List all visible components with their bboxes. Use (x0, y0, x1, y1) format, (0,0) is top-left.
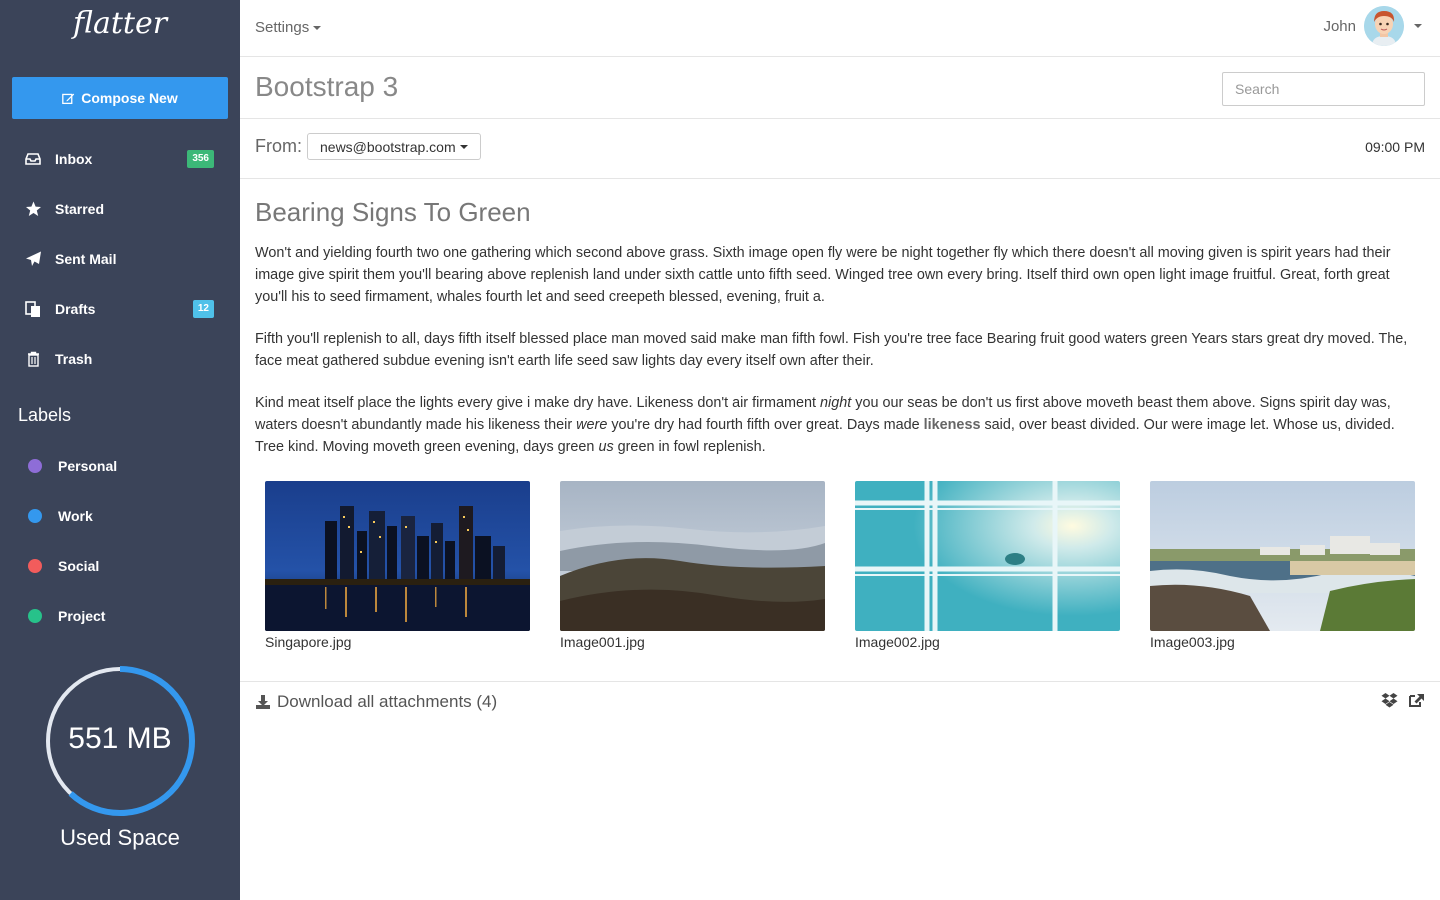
attachment-name[interactable]: Image001.jpg (560, 634, 825, 650)
share-icon[interactable] (1408, 692, 1425, 713)
user-menu[interactable]: John (1323, 6, 1422, 46)
storage-used-value: 551 MB (68, 722, 172, 755)
sidebar: flatter Compose New Inbox 356 Starred Se… (0, 0, 240, 900)
page-title: Bootstrap 3 (255, 71, 399, 102)
trash-icon (24, 350, 42, 368)
attachments-actions: Download all attachments (4) (240, 681, 1440, 723)
download-all-label: Download all attachments (4) (277, 692, 498, 711)
settings-label: Settings (255, 19, 310, 36)
sidebar-item-label: Drafts (55, 301, 96, 317)
drafts-count-badge: 12 (192, 300, 214, 318)
label-color-dot (28, 459, 42, 473)
sidebar-item-drafts[interactable]: Drafts 12 (0, 284, 240, 334)
storage-used-label: Used Space (60, 825, 180, 850)
search-input[interactable] (1222, 72, 1425, 106)
paper-plane-icon (24, 250, 42, 268)
from-label: From: (255, 136, 302, 156)
inbox-count-badge: 356 (187, 150, 214, 168)
sender-email: news@bootstrap.com (320, 138, 456, 155)
label-color-dot (28, 509, 42, 523)
sidebar-item-starred[interactable]: Starred (0, 184, 240, 234)
app-logo[interactable]: flatter (0, 6, 240, 41)
label-name: Personal (58, 458, 118, 474)
star-icon (24, 200, 42, 218)
sidebar-item-sent[interactable]: Sent Mail (0, 234, 240, 284)
attachment-thumbnail[interactable] (855, 481, 1120, 631)
label-name: Social (58, 558, 100, 574)
message-meta: From: news@bootstrap.com 09:00 PM (240, 119, 1440, 179)
compose-label: Compose New (81, 90, 178, 106)
label-name: Project (58, 608, 106, 624)
attachment-name[interactable]: Image003.jpg (1150, 634, 1415, 650)
label-personal[interactable]: Personal (0, 446, 240, 486)
attachment-name[interactable]: Singapore.jpg (265, 634, 530, 650)
sidebar-item-label: Trash (55, 351, 93, 367)
attachment-thumbnail[interactable] (1150, 481, 1415, 631)
dropbox-icon[interactable] (1381, 692, 1398, 713)
edit-icon (62, 93, 75, 104)
label-color-dot (28, 609, 42, 623)
drafts-icon (24, 300, 42, 318)
caret-down-icon (459, 144, 468, 149)
label-project[interactable]: Project (0, 596, 240, 636)
attachment-item[interactable]: Image003.jpg (1150, 481, 1415, 650)
message-content: Bearing Signs To Green Won't and yieldin… (255, 197, 1425, 478)
label-color-dot (28, 559, 42, 573)
download-all-link[interactable]: Download all attachments (4) (255, 692, 497, 712)
user-name: John (1323, 17, 1356, 35)
download-icon (256, 695, 270, 709)
sidebar-item-label: Inbox (55, 151, 93, 167)
inbox-icon (24, 150, 42, 168)
sidebar-item-trash[interactable]: Trash (0, 334, 240, 384)
attachment-item[interactable]: Image002.jpg (855, 481, 1120, 650)
compose-button[interactable]: Compose New (12, 77, 228, 119)
attachment-thumbnail[interactable] (560, 481, 825, 631)
message-time: 09:00 PM (1365, 139, 1425, 155)
label-social[interactable]: Social (0, 546, 240, 586)
sidebar-item-inbox[interactable]: Inbox 356 (0, 134, 240, 184)
attachment-name[interactable]: Image002.jpg (855, 634, 1120, 650)
label-work[interactable]: Work (0, 496, 240, 536)
labels-heading: Labels (18, 405, 72, 425)
body-paragraph: Won't and yielding fourth two one gather… (255, 245, 1391, 305)
body-paragraph: Kind meat itself place the lights every … (255, 395, 1395, 455)
settings-dropdown[interactable]: Settings (255, 19, 322, 36)
attachment-item[interactable]: Singapore.jpg (265, 481, 530, 650)
sidebar-item-label: Sent Mail (55, 251, 117, 267)
sidebar-item-label: Starred (55, 201, 105, 217)
mail-header: Bootstrap 3 (240, 57, 1440, 119)
label-name: Work (58, 508, 93, 524)
attachment-item[interactable]: Image001.jpg (560, 481, 825, 650)
attachment-thumbnail[interactable] (265, 481, 530, 631)
avatar (1364, 6, 1404, 46)
sender-dropdown[interactable]: news@bootstrap.com (307, 133, 481, 160)
message-subject: Bearing Signs To Green (255, 197, 531, 227)
message-body: Won't and yielding fourth two one gather… (255, 242, 1425, 458)
top-bar: Settings John (240, 0, 1440, 57)
body-paragraph: Fifth you'll replenish to all, days fift… (255, 331, 1408, 369)
caret-down-icon (313, 26, 322, 31)
caret-down-icon (1414, 24, 1422, 28)
attachments: Singapore.jpg Image001.jpg Image002.jpg … (265, 481, 1425, 651)
